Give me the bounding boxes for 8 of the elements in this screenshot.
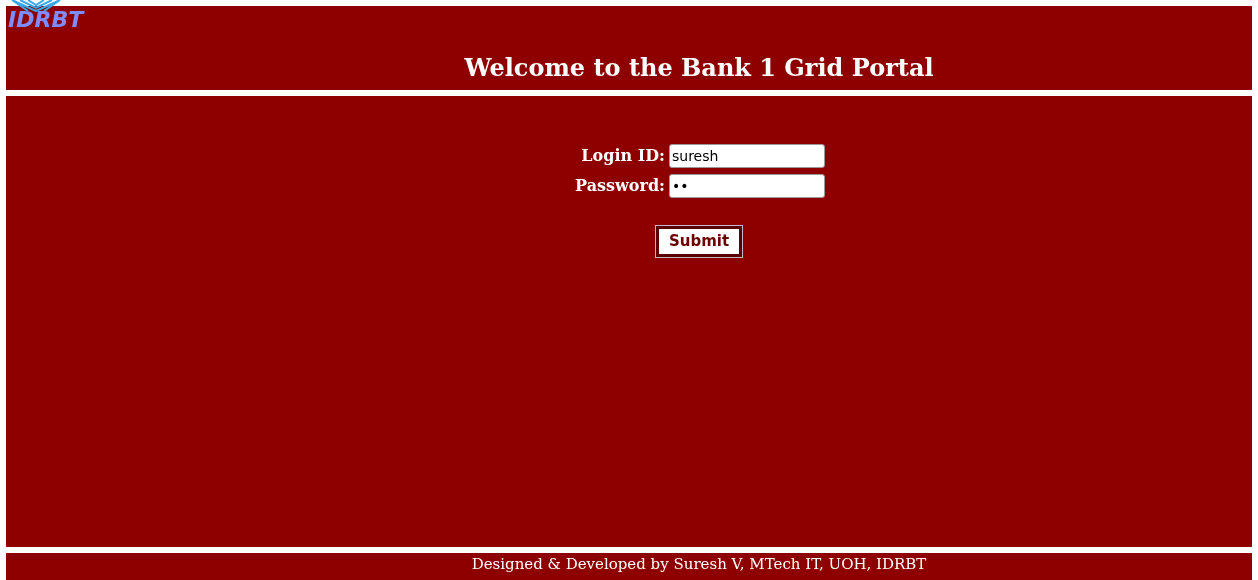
submit-button[interactable]: Submit (655, 226, 743, 257)
field-label: Login ID: (580, 145, 665, 167)
input-field[interactable]: suresh (669, 144, 825, 168)
footer-text: Designed & Developed by Suresh V, MTech IT, UOH, IDRBT (471, 554, 927, 575)
page-title: Welcome to the Bank 1 Grid Portal (463, 52, 935, 84)
logo-text: IDRBT (8, 9, 84, 31)
field-label: Password: (574, 175, 665, 197)
input-field[interactable]: •• (669, 174, 825, 198)
